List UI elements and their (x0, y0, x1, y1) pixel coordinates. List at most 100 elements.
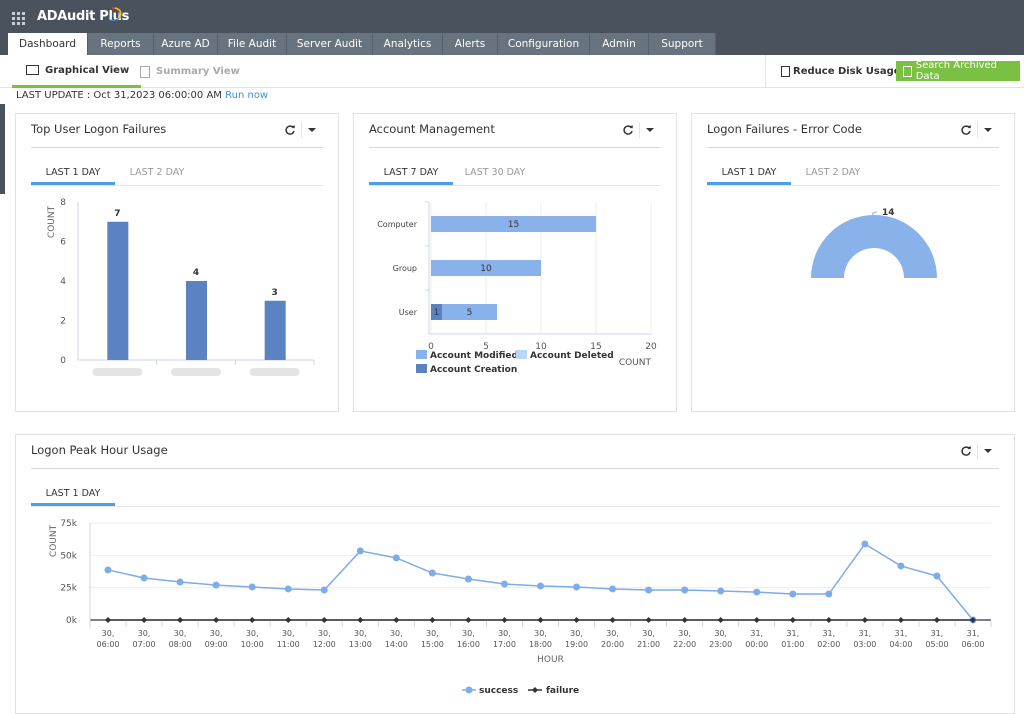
tab-last-30-day[interactable]: LAST 30 DAY (453, 164, 537, 185)
y-category-label: Computer (377, 220, 417, 229)
failure-point (789, 617, 796, 623)
y-tick-label: 6 (60, 238, 66, 248)
bar (264, 300, 286, 360)
reduce-disk-usage-button[interactable]: Reduce Disk Usage (765, 55, 913, 88)
failure-point (933, 617, 940, 623)
refresh-icon[interactable] (960, 445, 972, 457)
x-tick-label: 20:00 (601, 640, 624, 649)
period-tabs: LAST 1 DAY (31, 485, 999, 507)
bar (186, 281, 207, 360)
x-tick-label: 06:00 (96, 640, 119, 649)
nav-tab-admin[interactable]: Admin (590, 33, 649, 55)
nav-tab-reports[interactable]: Reports (88, 33, 154, 55)
separator (639, 122, 640, 138)
success-point (609, 585, 617, 593)
failure-point (177, 617, 184, 623)
nav-tab-file-audit[interactable]: File Audit (218, 33, 287, 55)
x-tick-label: 07:00 (133, 640, 156, 649)
tab-last-2-day[interactable]: LAST 2 DAY (115, 164, 199, 185)
separator (977, 443, 978, 459)
sidebar-toggle-handle[interactable] (0, 104, 5, 194)
tab-last-1-day[interactable]: LAST 1 DAY (707, 164, 791, 185)
refresh-icon[interactable] (284, 124, 296, 136)
nav-tab-alerts[interactable]: Alerts (443, 33, 498, 55)
nav-tab-support[interactable]: Support (649, 33, 716, 55)
success-point (753, 588, 761, 596)
graphical-view-tab[interactable]: Graphical View (12, 55, 142, 88)
success-point (428, 569, 436, 577)
slice-data-label: 14 (882, 208, 895, 218)
x-tick-label: 19:00 (565, 640, 588, 649)
tab-last-2-day[interactable]: LAST 2 DAY (791, 164, 875, 185)
search-archived-data-button[interactable]: Search Archived Data (896, 60, 1020, 82)
failure-point (249, 617, 256, 623)
x-tick-label: 17:00 (493, 640, 516, 649)
summary-view-label: Summary View (156, 66, 240, 77)
document-list-icon (140, 65, 150, 78)
reduce-disk-usage-label: Reduce Disk Usage (793, 66, 901, 77)
widget-menu-caret-icon[interactable] (646, 128, 654, 132)
x-tick-label: 16:00 (457, 640, 480, 649)
main-nav: Dashboard Reports Azure AD File Audit Server… (8, 33, 716, 55)
nav-tab-azure-ad[interactable]: Azure AD (154, 33, 218, 55)
donut-slice (811, 215, 937, 278)
widget-title: Logon Peak Hour Usage (31, 443, 168, 457)
grid-apps-icon[interactable] (12, 12, 26, 26)
separator (301, 122, 302, 138)
y-category-label: User (399, 308, 418, 317)
widget-menu-caret-icon[interactable] (984, 128, 992, 132)
x-tick-label: 20 (645, 342, 657, 352)
nav-tab-server-audit[interactable]: Server Audit (287, 33, 373, 55)
bar-data-label: 1 (434, 308, 440, 318)
x-tick-label: 18:00 (529, 640, 552, 649)
x-tick-label: 31, (750, 629, 763, 638)
x-tick-label: 30, (246, 629, 259, 638)
y-tick-label: 50k (60, 551, 77, 561)
widget-logon-failures-error-code: Logon Failures - Error Code LAST 1 DAY L… (691, 113, 1015, 412)
x-tick-label: 04:00 (889, 640, 912, 649)
success-point (861, 540, 869, 548)
success-point (140, 574, 148, 582)
x-tick-label: 30, (138, 629, 151, 638)
tab-last-1-day[interactable]: LAST 1 DAY (31, 485, 115, 506)
nav-tab-analytics[interactable]: Analytics (373, 33, 443, 55)
period-tabs: LAST 7 DAY LAST 30 DAY (369, 164, 661, 186)
nav-tab-dashboard[interactable]: Dashboard (8, 33, 88, 55)
refresh-icon[interactable] (622, 124, 634, 136)
success-point (248, 583, 256, 591)
y-tick-label: 4 (60, 277, 66, 287)
nav-tab-configuration[interactable]: Configuration (498, 33, 590, 55)
success-point (356, 547, 364, 555)
bar-data-label: 5 (467, 308, 473, 318)
last-update: LAST UPDATE : Oct 31,2023 06:00:00 AM Ru… (16, 90, 268, 101)
run-now-link[interactable]: Run now (225, 90, 268, 101)
archive-search-icon (903, 65, 912, 77)
x-tick-label: 21:00 (637, 640, 660, 649)
summary-view-tab[interactable]: Summary View (140, 55, 240, 88)
x-tick-label: 01:00 (781, 640, 804, 649)
x-tick-label: 30, (102, 629, 115, 638)
failure-point (537, 617, 544, 623)
failure-point (753, 617, 760, 623)
x-tick-label: 15:00 (421, 640, 444, 649)
top-user-bar-chart: 0 2 4 6 8COUNT 7 4 3 (47, 198, 315, 376)
title-divider (31, 147, 323, 148)
success-point (681, 586, 689, 594)
tab-last-7-day[interactable]: LAST 7 DAY (369, 164, 453, 185)
x-tick-label: 31, (822, 629, 835, 638)
success-point (500, 580, 508, 588)
failure-point (357, 617, 364, 623)
last-update-text: LAST UPDATE : Oct 31,2023 06:00:00 AM (16, 90, 222, 101)
y-axis-title: COUNT (49, 524, 59, 557)
legend-label: Account Modified (430, 351, 518, 361)
widget-menu-caret-icon[interactable] (984, 449, 992, 453)
tab-last-1-day[interactable]: LAST 1 DAY (31, 164, 115, 185)
bar-data-label: 3 (272, 288, 278, 298)
y-tick-label: 75k (60, 519, 77, 529)
x-tick-label: 31, (931, 629, 944, 638)
x-tick-label: 02:00 (817, 640, 840, 649)
success-point (933, 572, 941, 580)
widget-menu-caret-icon[interactable] (308, 128, 316, 132)
x-tick-label: 08:00 (169, 640, 192, 649)
refresh-icon[interactable] (960, 124, 972, 136)
